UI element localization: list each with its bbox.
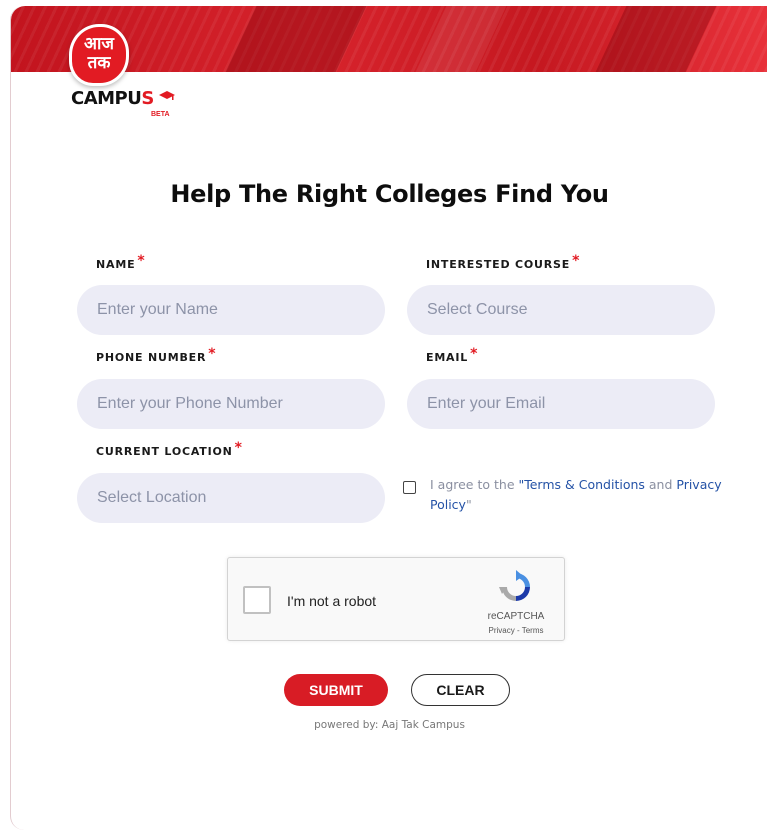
course-label: INTERESTED COURSE * bbox=[426, 253, 581, 271]
clear-button[interactable]: CLEAR bbox=[411, 674, 510, 706]
recaptcha-logo-icon bbox=[499, 570, 530, 601]
terms-agreement-text: I agree to the "Terms & Conditions and P… bbox=[430, 477, 722, 512]
terms-agreement: I agree to the "Terms & Conditions and P… bbox=[403, 475, 733, 515]
name-label: NAME * bbox=[96, 253, 146, 271]
aajtak-campus-logo: आज तक CAMPUS BETA bbox=[69, 24, 181, 124]
name-input[interactable]: Enter your Name bbox=[77, 285, 385, 335]
course-select[interactable]: Select Course bbox=[407, 285, 715, 335]
graduation-cap-icon bbox=[159, 91, 175, 100]
submit-button[interactable]: SUBMIT bbox=[284, 674, 388, 706]
powered-by-text: powered by: Aaj Tak Campus bbox=[314, 719, 465, 731]
campus-wordmark: CAMPUS bbox=[71, 88, 154, 109]
aajtak-badge-icon: आज तक bbox=[69, 24, 129, 86]
email-input[interactable]: Enter your Email bbox=[407, 379, 715, 429]
recaptcha-checkbox[interactable] bbox=[243, 586, 271, 614]
recaptcha-brand: reCAPTCHA bbox=[487, 611, 545, 622]
location-label: CURRENT LOCATION * bbox=[96, 440, 243, 458]
email-label: EMAIL * bbox=[426, 346, 479, 364]
phone-input[interactable]: Enter your Phone Number bbox=[77, 379, 385, 429]
location-select[interactable]: Select Location bbox=[77, 473, 385, 523]
recaptcha-links[interactable]: Privacy - Terms bbox=[476, 626, 556, 635]
phone-label: PHONE NUMBER * bbox=[96, 346, 217, 364]
recaptcha-widget: I'm not a robot reCAPTCHA Privacy - Term… bbox=[227, 557, 565, 641]
beta-badge: BETA bbox=[151, 111, 170, 118]
terms-checkbox[interactable] bbox=[403, 481, 416, 494]
lead-form-card: आज तक CAMPUS BETA Help The Right College… bbox=[10, 6, 767, 830]
recaptcha-label: I'm not a robot bbox=[287, 593, 377, 609]
page-title: Help The Right Colleges Find You bbox=[170, 180, 609, 208]
terms-link[interactable]: "Terms & Conditions bbox=[518, 477, 644, 492]
